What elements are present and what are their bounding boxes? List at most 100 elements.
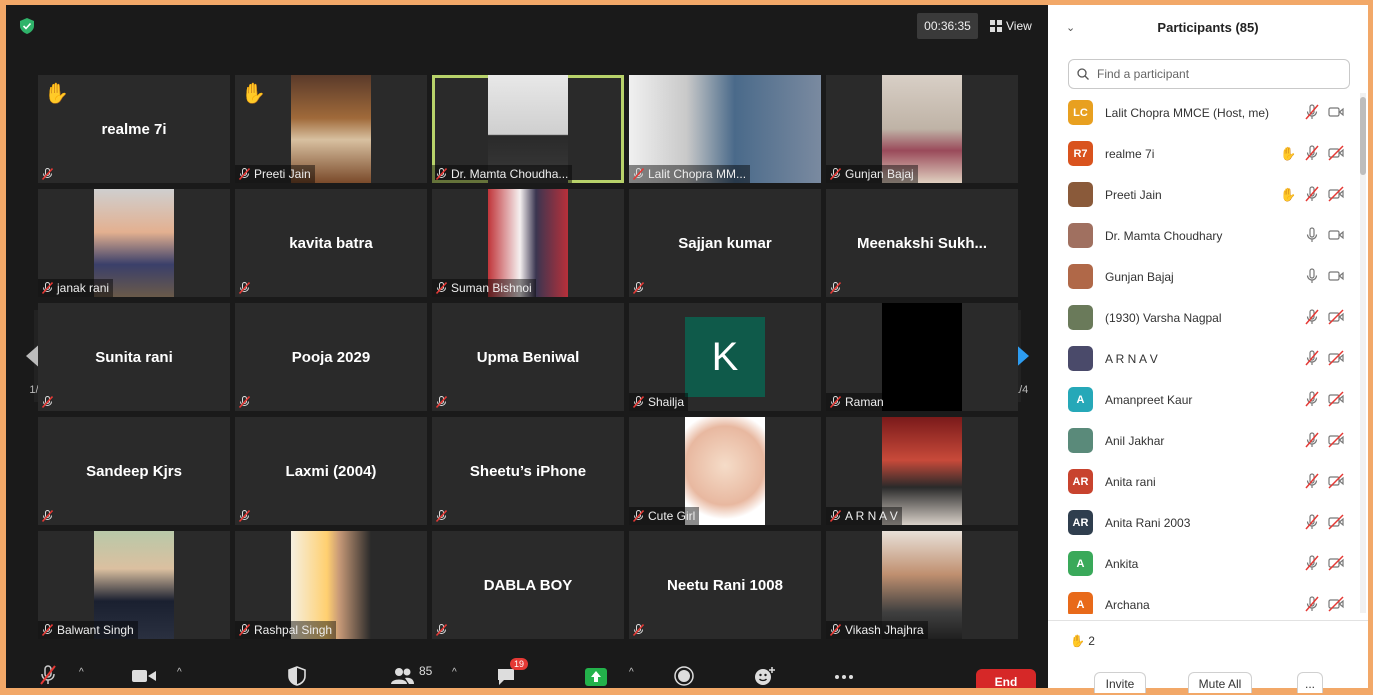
- video-tile[interactable]: janak rani: [38, 189, 230, 297]
- muted-microphone-icon[interactable]: [1304, 186, 1320, 202]
- video-tile[interactable]: Sandeep Kjrs: [38, 417, 230, 525]
- participant-label: [38, 165, 61, 183]
- security-shield-icon[interactable]: [288, 666, 306, 686]
- video-tile[interactable]: Cute Girl: [629, 417, 821, 525]
- participant-name-label: Preeti Jain: [254, 167, 311, 181]
- video-off-icon[interactable]: [1328, 514, 1344, 530]
- muted-microphone-icon[interactable]: [1304, 555, 1320, 571]
- video-tile[interactable]: Suman Bishnoi: [432, 189, 624, 297]
- video-tile[interactable]: Laxmi (2004): [235, 417, 427, 525]
- video-tile[interactable]: Rashpal Singh: [235, 531, 427, 639]
- video-tile[interactable]: ✋ Preeti Jain: [235, 75, 427, 183]
- participant-label: Lalit Chopra MM...: [629, 165, 751, 183]
- video-tile[interactable]: Balwant Singh: [38, 531, 230, 639]
- participant-row[interactable]: Dr. Mamta Choudhary: [1048, 215, 1356, 256]
- video-tile[interactable]: Raman: [826, 303, 1018, 411]
- participant-label: Vikash Jhajhra: [826, 621, 928, 639]
- video-off-icon[interactable]: [1328, 350, 1344, 366]
- video-tile[interactable]: DABLA BOY: [432, 531, 624, 639]
- participant-row[interactable]: (1930) Varsha Nagpal: [1048, 297, 1356, 338]
- video-tile[interactable]: Sheetu’s iPhone: [432, 417, 624, 525]
- video-tile[interactable]: Neetu Rani 1008: [629, 531, 821, 639]
- video-off-icon[interactable]: [1328, 555, 1344, 571]
- participant-row[interactable]: A Ankita: [1048, 543, 1356, 584]
- participant-row[interactable]: Gunjan Bajaj: [1048, 256, 1356, 297]
- video-tile[interactable]: Lalit Chopra MM...: [629, 75, 821, 183]
- video-off-icon[interactable]: [1328, 145, 1344, 161]
- video-camera-icon[interactable]: [1328, 227, 1344, 243]
- participant-row[interactable]: AR Anita Rani 2003: [1048, 502, 1356, 543]
- video-off-icon[interactable]: [1328, 186, 1344, 202]
- muted-microphone-icon[interactable]: [1304, 473, 1320, 489]
- video-tile[interactable]: Dr. Mamta Choudha...: [432, 75, 624, 183]
- participant-label: Suman Bishnoi: [432, 279, 536, 297]
- video-tile[interactable]: Vikash Jhajhra: [826, 531, 1018, 639]
- participants-icon[interactable]: [390, 667, 414, 685]
- microphone-icon[interactable]: [1304, 227, 1320, 243]
- video-off-icon[interactable]: [1328, 596, 1344, 612]
- participant-row[interactable]: A R N A V: [1048, 338, 1356, 379]
- participant-name-label: Raman: [845, 395, 884, 409]
- end-meeting-button[interactable]: End: [976, 669, 1036, 688]
- participant-row[interactable]: Preeti Jain ✋: [1048, 174, 1356, 215]
- video-camera-icon[interactable]: [1328, 268, 1344, 284]
- video-off-icon[interactable]: [1328, 432, 1344, 448]
- muted-mic-icon: [436, 624, 447, 636]
- view-button[interactable]: View: [990, 13, 1032, 39]
- muted-microphone-icon[interactable]: [1304, 104, 1320, 120]
- participant-row[interactable]: A Amanpreet Kaur: [1048, 379, 1356, 420]
- video-off-icon[interactable]: [1328, 473, 1344, 489]
- video-off-icon[interactable]: [1328, 391, 1344, 407]
- participant-search[interactable]: [1068, 59, 1350, 89]
- participants-options-caret[interactable]: ^: [452, 667, 457, 678]
- video-options-caret[interactable]: ^: [177, 667, 182, 678]
- participant-row[interactable]: LC Lalit Chopra MMCE (Host, me): [1048, 92, 1356, 133]
- video-tile[interactable]: A R N A V: [826, 417, 1018, 525]
- share-options-caret[interactable]: ^: [629, 667, 634, 678]
- video-camera-icon[interactable]: [1328, 104, 1344, 120]
- participant-row[interactable]: R7 realme 7i ✋: [1048, 133, 1356, 174]
- muted-mic-icon: [633, 510, 644, 522]
- video-tile[interactable]: Sajjan kumar: [629, 189, 821, 297]
- video-off-icon[interactable]: [1328, 309, 1344, 325]
- muted-microphone-icon[interactable]: [1304, 514, 1320, 530]
- record-icon[interactable]: [674, 666, 694, 686]
- video-tile[interactable]: realme 7i ✋: [38, 75, 230, 183]
- participant-name-label: Suman Bishnoi: [451, 281, 532, 295]
- video-tile[interactable]: K Shailja: [629, 303, 821, 411]
- participant-list-scroll-thumb[interactable]: [1360, 97, 1366, 175]
- reactions-icon[interactable]: [754, 666, 776, 686]
- muted-microphone-icon[interactable]: [1304, 350, 1320, 366]
- raised-hand-icon: ✋: [44, 83, 69, 105]
- participant-row[interactable]: A Archana: [1048, 584, 1356, 614]
- chat-bubble-icon[interactable]: [496, 668, 516, 686]
- participant-row[interactable]: AR Anita rani: [1048, 461, 1356, 502]
- video-tile[interactable]: Pooja 2029: [235, 303, 427, 411]
- share-screen-icon[interactable]: [585, 668, 607, 686]
- mute-microphone-icon[interactable]: [40, 665, 56, 685]
- muted-mic-icon: [633, 168, 644, 180]
- video-tile[interactable]: Sunita rani: [38, 303, 230, 411]
- microphone-icon[interactable]: [1304, 268, 1320, 284]
- muted-microphone-icon[interactable]: [1304, 391, 1320, 407]
- muted-microphone-icon[interactable]: [1304, 309, 1320, 325]
- invite-button[interactable]: Invite: [1094, 672, 1146, 693]
- muted-microphone-icon[interactable]: [1304, 596, 1320, 612]
- participant-search-input[interactable]: [1095, 66, 1349, 82]
- audio-options-caret[interactable]: ^: [79, 667, 84, 678]
- more-options-icon[interactable]: [834, 674, 854, 680]
- participant-row[interactable]: Anil Jakhar: [1048, 420, 1356, 461]
- video-tile[interactable]: Upma Beniwal: [432, 303, 624, 411]
- raised-hands-summary: ✋ 2: [1070, 634, 1095, 648]
- muted-microphone-icon[interactable]: [1304, 145, 1320, 161]
- muted-microphone-icon[interactable]: [1304, 432, 1320, 448]
- participant-name-label: Lalit Chopra MM...: [648, 167, 747, 181]
- video-tile[interactable]: Gunjan Bajaj: [826, 75, 1018, 183]
- mute-all-button[interactable]: Mute All: [1188, 672, 1252, 693]
- participant-display-name: kavita batra: [289, 234, 373, 252]
- encryption-shield-icon[interactable]: [20, 18, 34, 34]
- video-tile[interactable]: Meenakshi Sukh...: [826, 189, 1018, 297]
- more-panel-options-button[interactable]: ...: [1297, 672, 1323, 693]
- video-tile[interactable]: kavita batra: [235, 189, 427, 297]
- video-camera-icon[interactable]: [132, 669, 156, 683]
